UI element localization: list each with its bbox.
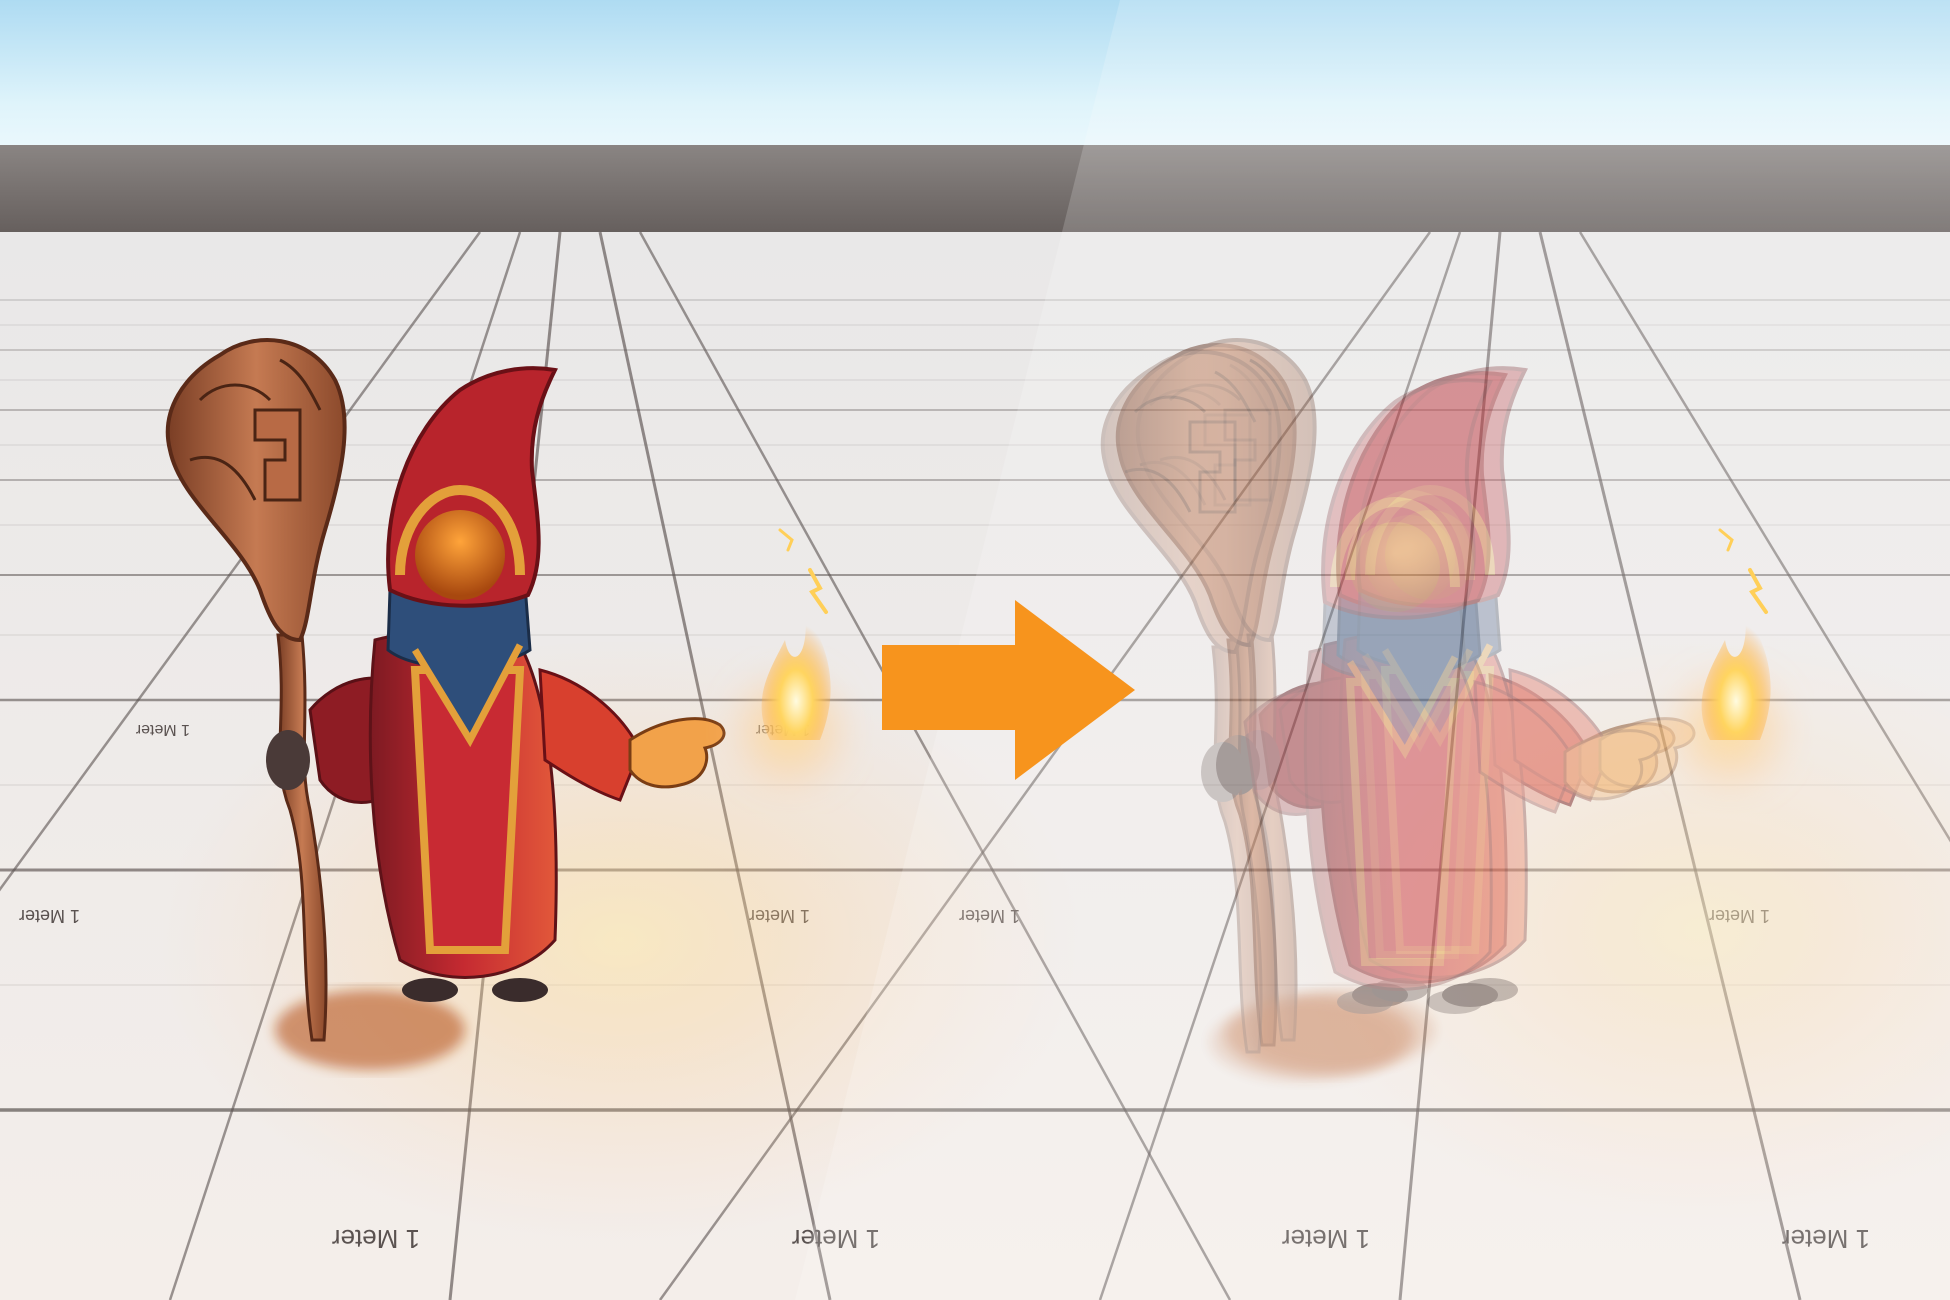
grid-label: 1 Meter <box>332 1224 420 1254</box>
comparison-scene: 1 Meter 1 Meter 1 Meter 1 Meter 1 Meter … <box>0 0 1950 1300</box>
grid-label: 1 Meter <box>135 721 190 738</box>
grid-label: 1 Meter <box>19 906 80 926</box>
